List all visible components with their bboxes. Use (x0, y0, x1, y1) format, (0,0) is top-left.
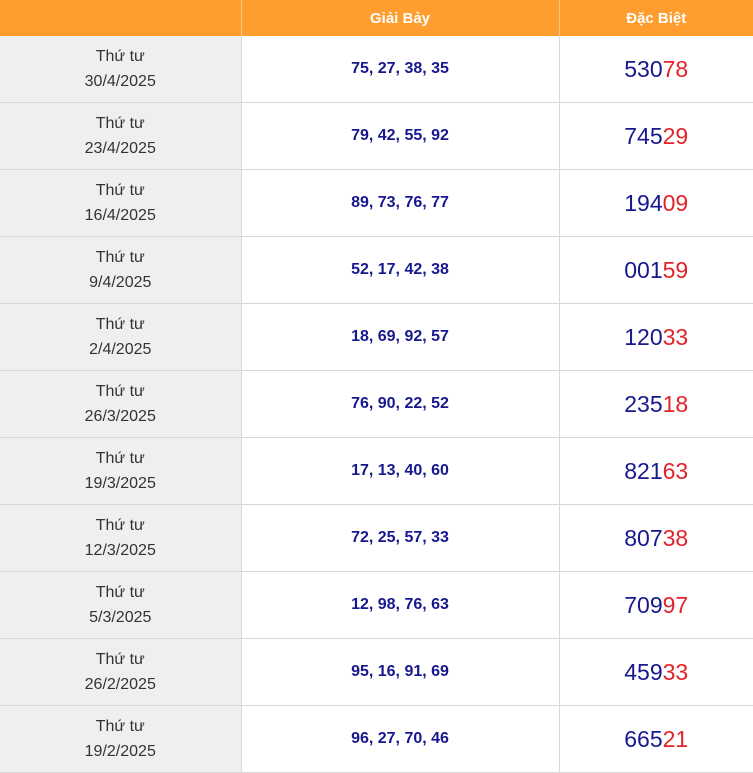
weekday-label: Thứ tư (95, 450, 145, 467)
date-cell: Thứ tư 12/3/2025 (0, 504, 242, 572)
table-row: Thứ tư 26/3/2025 76, 90, 22, 52 23518 (0, 370, 753, 438)
date-cell: Thứ tư 16/4/2025 (0, 169, 242, 237)
dac-biet-head: 459 (624, 658, 663, 685)
dac-biet-number: 66521 (559, 705, 753, 773)
dac-biet-head: 821 (624, 457, 663, 484)
dac-biet-head: 807 (624, 524, 663, 551)
dac-biet-tail: 33 (662, 658, 689, 685)
weekday-label: Thứ tư (95, 48, 145, 65)
weekday-label: Thứ tư (95, 249, 145, 266)
draw-date[interactable]: 2/4/2025 (0, 337, 241, 362)
date-cell: Thứ tư 19/3/2025 (0, 437, 242, 505)
dac-biet-number: 53078 (559, 36, 753, 103)
table-body: Thứ tư 30/4/2025 75, 27, 38, 35 53078 Thứ tư… (0, 36, 753, 773)
table-row: Thứ tư 26/2/2025 95, 16, 91, 69 45933 (0, 638, 753, 706)
table-row: Thứ tư 19/3/2025 17, 13, 40, 60 82163 (0, 437, 753, 505)
dac-biet-number: 70997 (559, 571, 753, 639)
draw-date[interactable]: 30/4/2025 (0, 69, 241, 94)
giai-bay-numbers: 12, 98, 76, 63 (241, 571, 560, 639)
weekday-label: Thứ tư (95, 584, 145, 601)
draw-date[interactable]: 26/3/2025 (0, 404, 241, 429)
draw-date[interactable]: 26/2/2025 (0, 672, 241, 697)
dac-biet-head: 120 (624, 323, 663, 350)
date-cell: Thứ tư 26/2/2025 (0, 638, 242, 706)
draw-date[interactable]: 5/3/2025 (0, 605, 241, 630)
draw-date[interactable]: 12/3/2025 (0, 538, 241, 563)
table-row: Thứ tư 12/3/2025 72, 25, 57, 33 80738 (0, 504, 753, 572)
header-dac-biet: Đặc Biệt (559, 0, 753, 36)
giai-bay-numbers: 76, 90, 22, 52 (241, 370, 560, 438)
weekday-label: Thứ tư (95, 316, 145, 333)
weekday-label: Thứ tư (95, 517, 145, 534)
date-cell: Thứ tư 19/2/2025 (0, 705, 242, 773)
date-cell: Thứ tư 9/4/2025 (0, 236, 242, 304)
dac-biet-tail: 63 (662, 457, 689, 484)
giai-bay-numbers: 17, 13, 40, 60 (241, 437, 560, 505)
dac-biet-number: 23518 (559, 370, 753, 438)
draw-date[interactable]: 16/4/2025 (0, 203, 241, 228)
dac-biet-head: 235 (624, 390, 663, 417)
dac-biet-tail: 59 (662, 256, 689, 283)
date-cell: Thứ tư 5/3/2025 (0, 571, 242, 639)
table-row: Thứ tư 5/3/2025 12, 98, 76, 63 70997 (0, 571, 753, 639)
dac-biet-head: 709 (624, 591, 663, 618)
dac-biet-head: 530 (624, 55, 663, 82)
giai-bay-numbers: 52, 17, 42, 38 (241, 236, 560, 304)
dac-biet-tail: 78 (662, 55, 689, 82)
table-row: Thứ tư 2/4/2025 18, 69, 92, 57 12033 (0, 303, 753, 371)
weekday-label: Thứ tư (95, 718, 145, 735)
draw-date[interactable]: 19/2/2025 (0, 739, 241, 764)
dac-biet-number: 80738 (559, 504, 753, 572)
dac-biet-number: 74529 (559, 102, 753, 170)
date-cell: Thứ tư 23/4/2025 (0, 102, 242, 170)
dac-biet-number: 12033 (559, 303, 753, 371)
draw-date[interactable]: 23/4/2025 (0, 136, 241, 161)
giai-bay-numbers: 72, 25, 57, 33 (241, 504, 560, 572)
dac-biet-tail: 97 (662, 591, 689, 618)
dac-biet-number: 82163 (559, 437, 753, 505)
table-header-row: Giải Bảy Đặc Biệt (0, 0, 753, 36)
giai-bay-numbers: 96, 27, 70, 46 (241, 705, 560, 773)
dac-biet-number: 00159 (559, 236, 753, 304)
date-cell: Thứ tư 26/3/2025 (0, 370, 242, 438)
header-giai-bay: Giải Bảy (241, 0, 560, 36)
dac-biet-tail: 33 (662, 323, 689, 350)
results-table: Giải Bảy Đặc Biệt Thứ tư 30/4/2025 75, 27,… (0, 0, 753, 773)
table-row: Thứ tư 23/4/2025 79, 42, 55, 92 74529 (0, 102, 753, 170)
giai-bay-numbers: 95, 16, 91, 69 (241, 638, 560, 706)
weekday-label: Thứ tư (95, 651, 145, 668)
giai-bay-numbers: 79, 42, 55, 92 (241, 102, 560, 170)
giai-bay-numbers: 18, 69, 92, 57 (241, 303, 560, 371)
giai-bay-numbers: 75, 27, 38, 35 (241, 36, 560, 103)
date-cell: Thứ tư 30/4/2025 (0, 36, 242, 103)
table-row: Thứ tư 9/4/2025 52, 17, 42, 38 00159 (0, 236, 753, 304)
weekday-label: Thứ tư (95, 383, 145, 400)
draw-date[interactable]: 9/4/2025 (0, 270, 241, 295)
dac-biet-tail: 09 (662, 189, 689, 216)
date-cell: Thứ tư 2/4/2025 (0, 303, 242, 371)
dac-biet-head: 665 (624, 725, 663, 752)
giai-bay-numbers: 89, 73, 76, 77 (241, 169, 560, 237)
table-row: Thứ tư 16/4/2025 89, 73, 76, 77 19409 (0, 169, 753, 237)
dac-biet-number: 19409 (559, 169, 753, 237)
dac-biet-tail: 29 (662, 122, 689, 149)
dac-biet-number: 45933 (559, 638, 753, 706)
dac-biet-head: 001 (624, 256, 663, 283)
dac-biet-tail: 38 (662, 524, 689, 551)
table-row: Thứ tư 19/2/2025 96, 27, 70, 46 66521 (0, 705, 753, 773)
dac-biet-tail: 18 (662, 390, 689, 417)
dac-biet-tail: 21 (662, 725, 689, 752)
header-date (0, 0, 242, 36)
weekday-label: Thứ tư (95, 115, 145, 132)
dac-biet-head: 194 (624, 189, 663, 216)
dac-biet-head: 745 (624, 122, 663, 149)
table-row: Thứ tư 30/4/2025 75, 27, 38, 35 53078 (0, 36, 753, 103)
weekday-label: Thứ tư (95, 182, 145, 199)
draw-date[interactable]: 19/3/2025 (0, 471, 241, 496)
